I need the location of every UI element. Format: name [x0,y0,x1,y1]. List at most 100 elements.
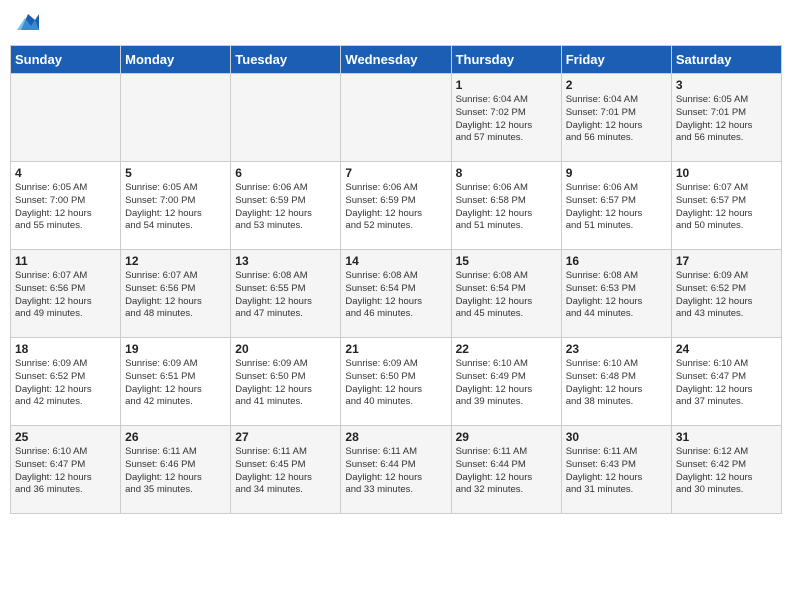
calendar-cell: 18Sunrise: 6:09 AM Sunset: 6:52 PM Dayli… [11,338,121,426]
header-tuesday: Tuesday [231,46,341,74]
cell-content: Sunrise: 6:08 AM Sunset: 6:54 PM Dayligh… [345,270,446,321]
calendar-cell: 15 Sunrise: 6:08 AM Sunset: 6:54 PM Dayli… [451,250,561,338]
day-number: 21 [345,342,446,356]
day-number: 10 [676,166,777,180]
day-number: 26 [125,430,226,444]
cell-content: Sunrise: 6:07 AM Sunset: 6:56 PM Dayligh… [125,270,226,321]
cell-content: Sunrise: 6:05 AM Sunset: 7:00 PM Dayligh… [125,182,226,233]
calendar-cell [231,74,341,162]
day-number: 12 [125,254,226,268]
cell-content: Sunrise: 6:04 AM Sunset: 7:02 PM Dayligh… [456,94,557,145]
header-sunday: Sunday [11,46,121,74]
header-monday: Monday [121,46,231,74]
cell-content: Sunrise: 6:09 AM Sunset: 6:50 PM Dayligh… [345,358,446,409]
calendar-cell [121,74,231,162]
cell-content: Sunrise: 6:08 AM Sunset: 6:55 PM Dayligh… [235,270,336,321]
calendar-cell: 8Sunrise: 6:06 AM Sunset: 6:58 PM Daylig… [451,162,561,250]
cell-content: Sunrise: 6:05 AM Sunset: 7:01 PM Dayligh… [676,94,777,145]
calendar-cell: 28 Sunrise: 6:11 AM Sunset: 6:44 PM Dayli… [341,426,451,514]
cell-content: Sunrise: 6:07 AM Sunset: 6:56 PM Dayligh… [15,270,116,321]
calendar-cell: 3 Sunrise: 6:05 AM Sunset: 7:01 PM Daylig… [671,74,781,162]
day-number: 17 [676,254,777,268]
cell-content: Sunrise: 6:11 AM Sunset: 6:44 PM Dayligh… [456,446,557,497]
day-number: 27 [235,430,336,444]
calendar-cell: 5 Sunrise: 6:05 AM Sunset: 7:00 PM Daylig… [121,162,231,250]
day-number: 5 [125,166,226,180]
day-number: 2 [566,78,667,92]
cell-content: Sunrise: 6:09 AM Sunset: 6:51 PM Dayligh… [125,358,226,409]
calendar-week-1: 1 Sunrise: 6:04 AM Sunset: 7:02 PM Daylig… [11,74,782,162]
logo-icon [17,12,39,32]
calendar-cell: 25 Sunrise: 6:10 AM Sunset: 6:47 PM Dayli… [11,426,121,514]
calendar-cell: 22 Sunrise: 6:10 AM Sunset: 6:49 PM Dayli… [451,338,561,426]
cell-content: Sunrise: 6:06 AM Sunset: 6:59 PM Dayligh… [345,182,446,233]
calendar-cell: 6 Sunrise: 6:06 AM Sunset: 6:59 PM Daylig… [231,162,341,250]
calendar-cell: 17 Sunrise: 6:09 AM Sunset: 6:52 PM Dayli… [671,250,781,338]
calendar-cell: 4 Sunrise: 6:05 AM Sunset: 7:00 PM Daylig… [11,162,121,250]
calendar-cell: 1 Sunrise: 6:04 AM Sunset: 7:02 PM Daylig… [451,74,561,162]
cell-content: Sunrise: 6:11 AM Sunset: 6:44 PM Dayligh… [345,446,446,497]
calendar-table: SundayMondayTuesdayWednesdayThursdayFrid… [10,45,782,514]
day-number: 6 [235,166,336,180]
day-number: 13 [235,254,336,268]
calendar-cell: 31 Sunrise: 6:12 AM Sunset: 6:42 PM Dayli… [671,426,781,514]
calendar-week-2: 4 Sunrise: 6:05 AM Sunset: 7:00 PM Daylig… [11,162,782,250]
day-number: 31 [676,430,777,444]
day-number: 28 [345,430,446,444]
calendar-week-5: 25 Sunrise: 6:10 AM Sunset: 6:47 PM Dayli… [11,426,782,514]
calendar-cell: 12 Sunrise: 6:07 AM Sunset: 6:56 PM Dayli… [121,250,231,338]
day-number: 15 [456,254,557,268]
day-number: 24 [676,342,777,356]
cell-content: Sunrise: 6:10 AM Sunset: 6:47 PM Dayligh… [15,446,116,497]
day-number: 22 [456,342,557,356]
day-number: 3 [676,78,777,92]
cell-content: Sunrise: 6:06 AM Sunset: 6:57 PM Dayligh… [566,182,667,233]
cell-content: Sunrise: 6:12 AM Sunset: 6:42 PM Dayligh… [676,446,777,497]
calendar-cell: 9 Sunrise: 6:06 AM Sunset: 6:57 PM Daylig… [561,162,671,250]
day-number: 23 [566,342,667,356]
day-number: 30 [566,430,667,444]
calendar-header: SundayMondayTuesdayWednesdayThursdayFrid… [11,46,782,74]
day-number: 25 [15,430,116,444]
cell-content: Sunrise: 6:06 AM Sunset: 6:59 PM Dayligh… [235,182,336,233]
calendar-cell: 24 Sunrise: 6:10 AM Sunset: 6:47 PM Dayli… [671,338,781,426]
calendar-cell: 27Sunrise: 6:11 AM Sunset: 6:45 PM Dayli… [231,426,341,514]
day-number: 9 [566,166,667,180]
cell-content: Sunrise: 6:09 AM Sunset: 6:52 PM Dayligh… [676,270,777,321]
cell-content: Sunrise: 6:09 AM Sunset: 6:50 PM Dayligh… [235,358,336,409]
day-number: 29 [456,430,557,444]
day-number: 19 [125,342,226,356]
calendar-week-3: 11 Sunrise: 6:07 AM Sunset: 6:56 PM Dayli… [11,250,782,338]
cell-content: Sunrise: 6:10 AM Sunset: 6:48 PM Dayligh… [566,358,667,409]
cell-content: Sunrise: 6:10 AM Sunset: 6:49 PM Dayligh… [456,358,557,409]
calendar-cell: 13 Sunrise: 6:08 AM Sunset: 6:55 PM Dayli… [231,250,341,338]
day-number: 4 [15,166,116,180]
header-saturday: Saturday [671,46,781,74]
calendar-week-4: 18Sunrise: 6:09 AM Sunset: 6:52 PM Dayli… [11,338,782,426]
cell-content: Sunrise: 6:05 AM Sunset: 7:00 PM Dayligh… [15,182,116,233]
header-friday: Friday [561,46,671,74]
cell-content: Sunrise: 6:08 AM Sunset: 6:54 PM Dayligh… [456,270,557,321]
calendar-cell: 11 Sunrise: 6:07 AM Sunset: 6:56 PM Dayli… [11,250,121,338]
calendar-cell: 21 Sunrise: 6:09 AM Sunset: 6:50 PM Dayli… [341,338,451,426]
cell-content: Sunrise: 6:10 AM Sunset: 6:47 PM Dayligh… [676,358,777,409]
day-number: 11 [15,254,116,268]
page-header [10,10,782,37]
day-number: 7 [345,166,446,180]
logo [14,10,39,37]
calendar-cell: 29 Sunrise: 6:11 AM Sunset: 6:44 PM Dayli… [451,426,561,514]
calendar-cell: 10Sunrise: 6:07 AM Sunset: 6:57 PM Dayli… [671,162,781,250]
calendar-cell [11,74,121,162]
day-number: 1 [456,78,557,92]
day-number: 20 [235,342,336,356]
calendar-cell: 19 Sunrise: 6:09 AM Sunset: 6:51 PM Dayli… [121,338,231,426]
calendar-cell: 14Sunrise: 6:08 AM Sunset: 6:54 PM Dayli… [341,250,451,338]
calendar-cell: 16Sunrise: 6:08 AM Sunset: 6:53 PM Dayli… [561,250,671,338]
calendar-cell: 2 Sunrise: 6:04 AM Sunset: 7:01 PM Daylig… [561,74,671,162]
cell-content: Sunrise: 6:04 AM Sunset: 7:01 PM Dayligh… [566,94,667,145]
day-number: 16 [566,254,667,268]
header-wednesday: Wednesday [341,46,451,74]
day-number: 8 [456,166,557,180]
calendar-cell: 26Sunrise: 6:11 AM Sunset: 6:46 PM Dayli… [121,426,231,514]
calendar-cell [341,74,451,162]
